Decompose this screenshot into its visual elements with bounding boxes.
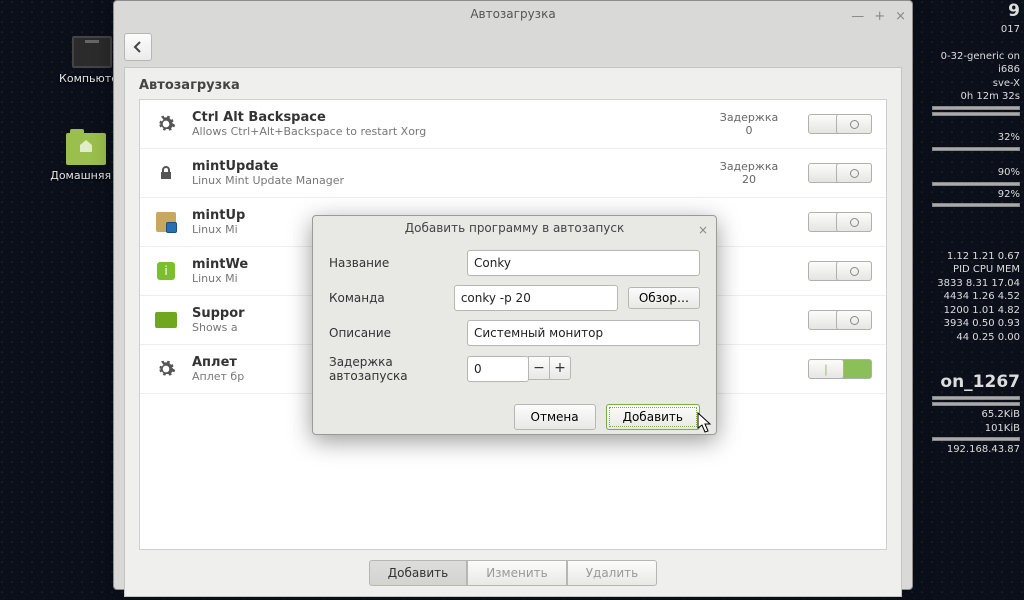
remove-button[interactable]: Удалить bbox=[567, 560, 658, 586]
toggle-switch[interactable] bbox=[808, 114, 872, 134]
delay-value: 0 bbox=[704, 124, 794, 137]
gear-icon bbox=[154, 112, 178, 136]
item-name: mintUpdate bbox=[192, 159, 690, 174]
back-button[interactable] bbox=[124, 33, 152, 61]
toggle-switch[interactable] bbox=[808, 261, 872, 281]
description-input[interactable] bbox=[467, 320, 700, 346]
confirm-add-button[interactable]: Добавить bbox=[606, 404, 700, 430]
window-titlebar[interactable]: Автозагрузка — + × bbox=[114, 1, 912, 27]
dialog-title: Добавить программу в автозапуск bbox=[405, 221, 625, 235]
package-icon bbox=[154, 210, 178, 234]
minimize-button[interactable]: — bbox=[851, 4, 864, 30]
command-input[interactable] bbox=[454, 285, 618, 311]
item-desc: Allows Ctrl+Alt+Backspace to restart Xor… bbox=[192, 125, 690, 138]
add-program-dialog: Добавить программу в автозапуск × Назван… bbox=[312, 215, 717, 435]
list-item[interactable]: mintUpdate Linux Mint Update Manager Зад… bbox=[140, 149, 886, 198]
add-button[interactable]: Добавить bbox=[369, 560, 467, 586]
cancel-button[interactable]: Отмена bbox=[514, 404, 596, 430]
edit-button[interactable]: Изменить bbox=[467, 560, 567, 586]
toggle-switch[interactable] bbox=[808, 212, 872, 232]
spinner-down-button[interactable]: − bbox=[528, 356, 550, 380]
list-item[interactable]: Ctrl Alt Backspace Allows Ctrl+Alt+Backs… bbox=[140, 100, 886, 149]
conky-monitor: 9 017 0-32-generic on i686 sve-X 0h 12m … bbox=[916, 0, 1024, 600]
dialog-titlebar[interactable]: Добавить программу в автозапуск × bbox=[313, 216, 716, 240]
description-label: Описание bbox=[329, 326, 457, 340]
computer-icon bbox=[72, 36, 112, 68]
delay-value: 20 bbox=[704, 173, 794, 186]
close-icon[interactable]: × bbox=[698, 218, 708, 242]
name-label: Название bbox=[329, 256, 457, 270]
info-icon: i bbox=[154, 259, 178, 283]
delay-label: Задержка bbox=[704, 160, 794, 173]
item-desc: Linux Mint Update Manager bbox=[192, 174, 690, 187]
delay-input[interactable] bbox=[467, 356, 529, 382]
delay-label: Задержка bbox=[704, 111, 794, 124]
toggle-switch[interactable] bbox=[808, 163, 872, 183]
close-button[interactable]: × bbox=[895, 4, 906, 30]
item-name: Ctrl Alt Backspace bbox=[192, 110, 690, 125]
chevron-left-icon bbox=[132, 41, 144, 53]
home-folder-icon bbox=[66, 133, 106, 165]
toggle-switch[interactable] bbox=[808, 359, 872, 379]
maximize-button[interactable]: + bbox=[874, 4, 885, 30]
delay-spinner[interactable]: − + bbox=[467, 356, 571, 382]
command-label: Команда bbox=[329, 291, 444, 305]
name-input[interactable] bbox=[467, 250, 700, 276]
spinner-up-button[interactable]: + bbox=[549, 356, 571, 380]
gear-icon bbox=[154, 357, 178, 381]
delay-label: Задержка автозапуска bbox=[329, 355, 457, 383]
footer-toolbar: Добавить Изменить Удалить bbox=[125, 550, 901, 596]
browse-button[interactable]: Обзор… bbox=[628, 287, 700, 309]
nvidia-icon bbox=[154, 308, 178, 332]
panel-title: Автозагрузка bbox=[125, 68, 901, 99]
toggle-switch[interactable] bbox=[808, 310, 872, 330]
lock-icon bbox=[154, 161, 178, 185]
window-title: Автозагрузка bbox=[470, 7, 555, 21]
